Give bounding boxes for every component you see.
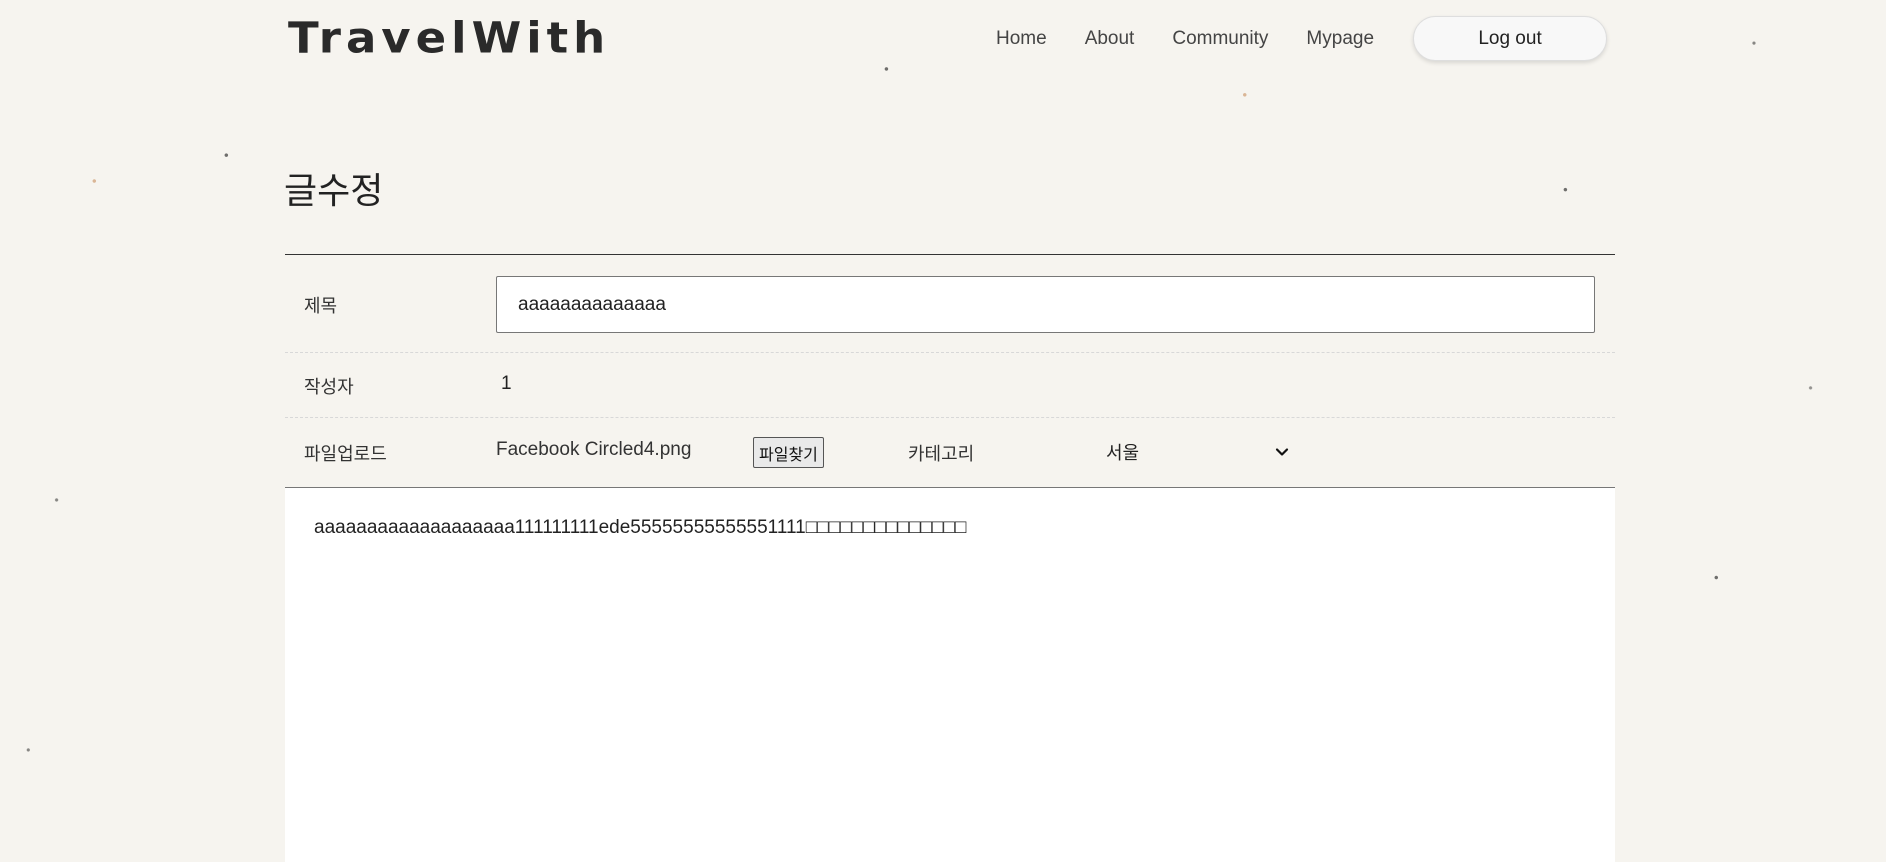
file-category-row: 파일업로드 Facebook Circled4.png 파일찾기 카테고리 서울 — [285, 418, 1615, 487]
title-input[interactable] — [496, 276, 1595, 333]
nav-community-link[interactable]: Community — [1172, 17, 1268, 61]
site-logo[interactable]: TravelWith — [288, 13, 610, 62]
nav-home-link[interactable]: Home — [996, 17, 1047, 61]
file-browse-button[interactable]: 파일찾기 — [753, 437, 824, 468]
category-selected-value: 서울 — [1106, 443, 1140, 464]
category-select[interactable]: 서울 — [1106, 430, 1306, 474]
chevron-down-icon — [1275, 448, 1289, 456]
author-label: 작성자 — [304, 377, 354, 398]
title-label: 제목 — [304, 296, 338, 317]
author-value: 1 — [501, 373, 512, 394]
file-upload-label: 파일업로드 — [304, 444, 387, 465]
main-nav: Home About Community Mypage Log out — [996, 16, 1608, 61]
author-row: 작성자 1 — [285, 353, 1615, 417]
title-row: 제목 — [285, 255, 1615, 351]
page-title: 글수정 — [284, 171, 384, 212]
content-editor[interactable]: aaaaaaaaaaaaaaaaaaa111111111ede555555555… — [285, 488, 1615, 862]
file-name: Facebook Circled4.png — [496, 439, 692, 460]
category-label: 카테고리 — [908, 444, 975, 465]
nav-about-link[interactable]: About — [1085, 17, 1135, 61]
logout-button[interactable]: Log out — [1413, 16, 1608, 61]
nav-mypage-link[interactable]: Mypage — [1306, 17, 1374, 61]
